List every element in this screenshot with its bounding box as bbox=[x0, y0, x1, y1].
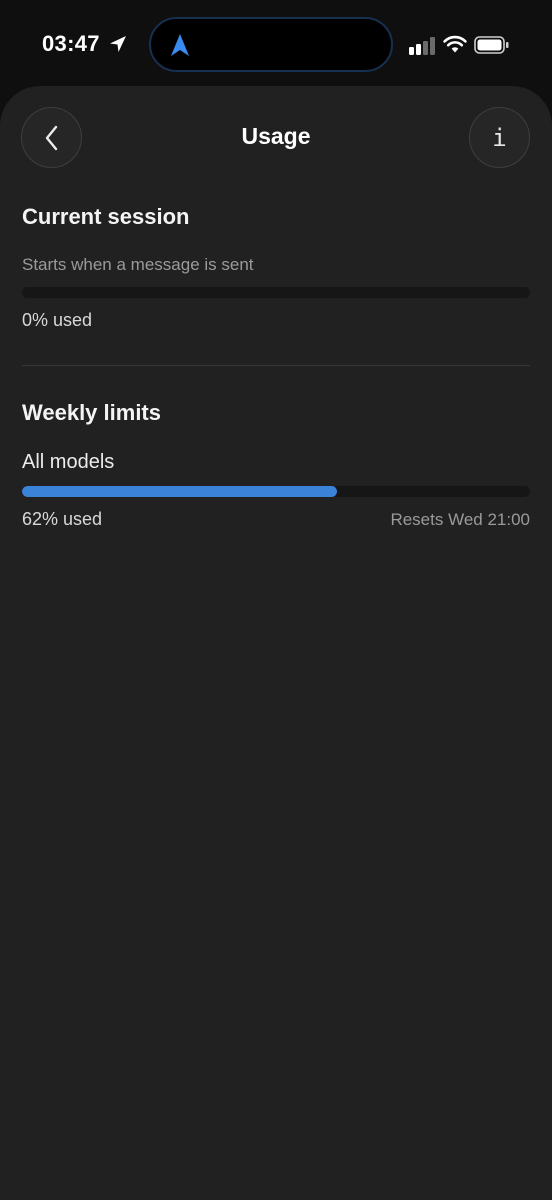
all-models-label: All models bbox=[22, 451, 115, 473]
weekly-reset-time: Resets Wed 21:00 bbox=[390, 510, 530, 529]
battery-icon bbox=[474, 36, 509, 54]
weekly-used: 62% used bbox=[22, 509, 103, 529]
weekly-progress-fill bbox=[22, 486, 337, 497]
current-session-progress-bar bbox=[22, 287, 530, 298]
wifi-icon bbox=[443, 35, 467, 53]
weekly-limits-heading: Weekly limits bbox=[22, 400, 161, 425]
current-session-heading: Current session bbox=[22, 204, 190, 229]
section-divider bbox=[22, 365, 530, 366]
weekly-progress-bar bbox=[22, 486, 530, 497]
dynamic-island bbox=[149, 17, 393, 72]
status-time: 03:47 bbox=[42, 31, 100, 56]
location-arrow-icon bbox=[110, 36, 126, 52]
current-session-used: 0% used bbox=[22, 310, 93, 330]
navigation-icon bbox=[171, 34, 189, 56]
cellular-icon bbox=[409, 37, 435, 55]
usage-sheet: Usage i Current session Starts when a me… bbox=[0, 86, 552, 1200]
status-bar: 03:47 bbox=[0, 0, 552, 88]
info-button[interactable]: i bbox=[469, 107, 530, 168]
info-icon: i bbox=[492, 123, 507, 152]
current-session-subtitle: Starts when a message is sent bbox=[22, 255, 254, 274]
